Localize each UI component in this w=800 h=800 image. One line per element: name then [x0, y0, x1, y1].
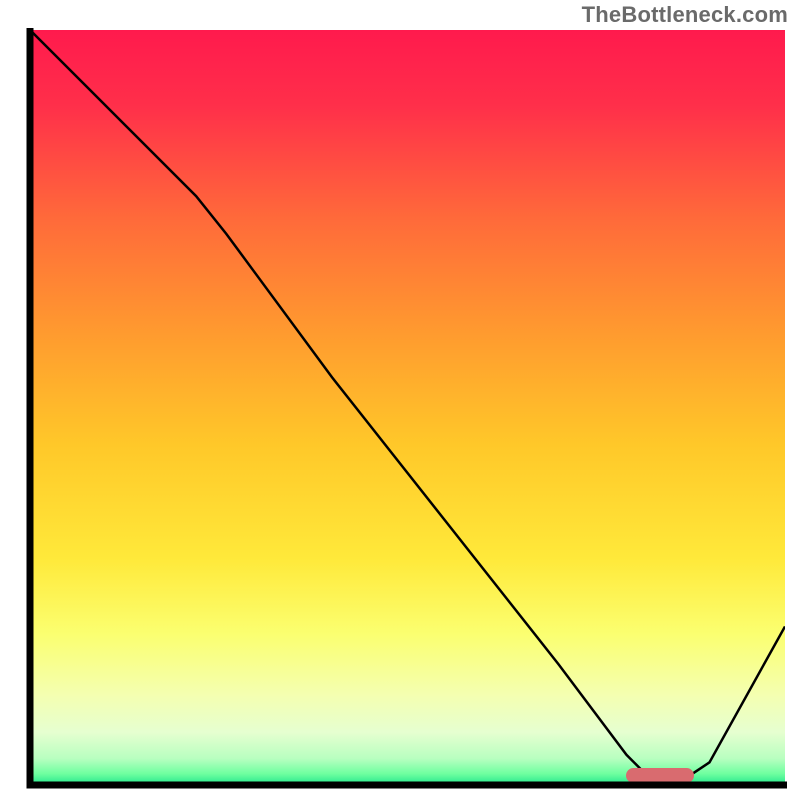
attribution-label: TheBottleneck.com — [582, 2, 788, 28]
plot-area — [30, 30, 785, 785]
background-gradient — [30, 30, 785, 785]
chart-container: TheBottleneck.com — [0, 0, 800, 800]
